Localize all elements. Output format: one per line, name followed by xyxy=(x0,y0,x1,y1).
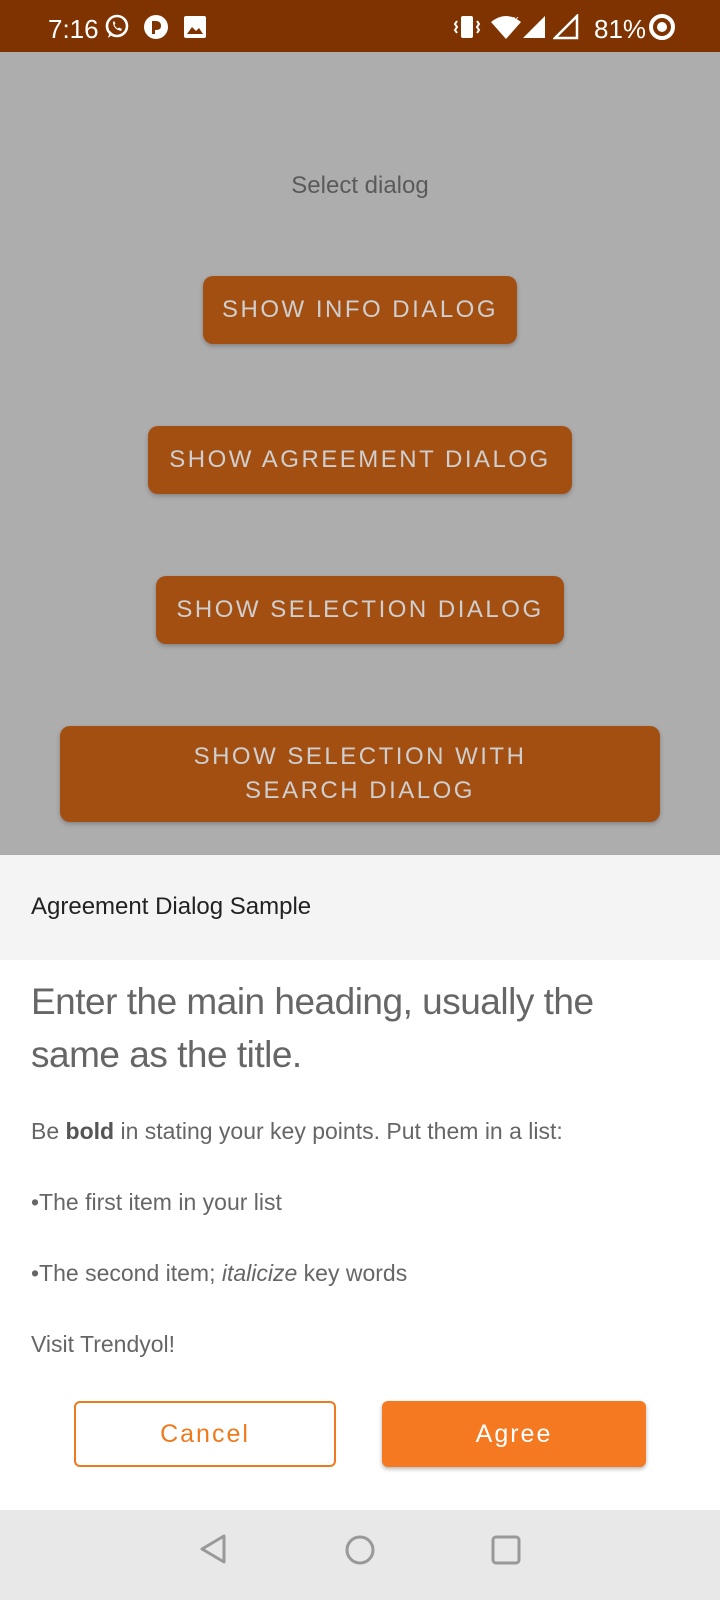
home-icon[interactable] xyxy=(343,1533,377,1567)
battery-ring-icon xyxy=(649,14,675,40)
visit-link-text[interactable]: Visit Trendyol! xyxy=(31,1331,175,1358)
show-info-dialog-button[interactable]: SHOW INFO DIALOG xyxy=(203,276,517,344)
bold-text: bold xyxy=(65,1118,115,1144)
image-icon xyxy=(184,16,206,38)
italic-text: italicize xyxy=(221,1260,298,1286)
status-time: 7:16 xyxy=(48,14,99,44)
signal-icon xyxy=(523,16,545,38)
signal-icon-2 xyxy=(553,14,579,40)
whatsapp-icon xyxy=(105,14,129,38)
dialog-title: Agreement Dialog Sample xyxy=(31,893,312,920)
back-icon[interactable] xyxy=(198,1533,230,1565)
cancel-button[interactable]: Cancel xyxy=(74,1401,336,1467)
list-item-1: •The first item in your list xyxy=(31,1189,282,1215)
vibrate-icon xyxy=(453,16,481,38)
svg-text:x: x xyxy=(513,14,519,26)
navigation-bar xyxy=(0,1510,720,1600)
wifi-icon: x xyxy=(491,14,521,39)
select-dialog-label: Select dialog xyxy=(291,172,429,199)
app-notification-icon xyxy=(144,15,168,39)
list-item-2: •The second item; italicize key words xyxy=(31,1260,408,1286)
agree-button[interactable]: Agree xyxy=(382,1401,646,1467)
show-selection-with-search-dialog-button[interactable]: SHOW SELECTION WITH SEARCH DIALOG xyxy=(60,726,660,822)
show-agreement-dialog-button[interactable]: SHOW AGREEMENT DIALOG xyxy=(148,426,572,494)
battery-percentage: 81% xyxy=(594,14,647,44)
dialog-paragraph: Be bold in stating your key points. Put … xyxy=(31,1118,563,1144)
recents-icon[interactable] xyxy=(490,1534,522,1566)
show-selection-dialog-button[interactable]: SHOW SELECTION DIALOG xyxy=(156,576,564,644)
dialog-heading: Enter the main heading, usually the same… xyxy=(31,981,594,1075)
status-bar: 7:16 x 81% xyxy=(0,0,720,52)
